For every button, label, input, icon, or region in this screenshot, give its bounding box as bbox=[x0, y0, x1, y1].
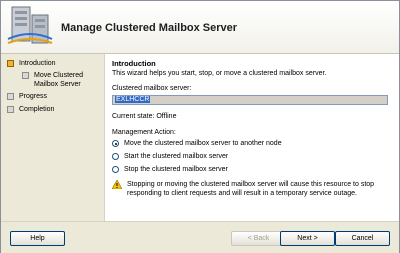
wizard-content: Introduction This wizard helps you start… bbox=[104, 54, 399, 221]
wizard-title: Manage Clustered Mailbox Server bbox=[61, 22, 238, 34]
step-introduction: Introduction bbox=[7, 59, 56, 68]
wizard-footer: Help < Back Next > Cancel bbox=[1, 221, 399, 253]
radio-label[interactable]: Stop the clustered mailbox server bbox=[124, 166, 228, 173]
step-label: Move Clustered Mailbox Server bbox=[34, 72, 84, 88]
server-cluster-icon bbox=[7, 6, 53, 44]
radio-label[interactable]: Move the clustered mailbox server to ano… bbox=[124, 140, 282, 147]
server-value: EXLHCCR bbox=[115, 96, 151, 103]
current-state: Current state: Offline bbox=[112, 113, 177, 120]
server-field[interactable]: EXLHCCR bbox=[112, 95, 388, 105]
step-move-clustered-mailbox-server: Move Clustered Mailbox Server bbox=[22, 71, 96, 89]
radio-button-icon[interactable] bbox=[112, 153, 119, 160]
radio-label[interactable]: Start the clustered mailbox server bbox=[124, 153, 228, 160]
radio-stop[interactable]: Stop the clustered mailbox server bbox=[112, 166, 228, 173]
radio-move[interactable]: Move the clustered mailbox server to ano… bbox=[112, 140, 282, 147]
cancel-button[interactable]: Cancel bbox=[335, 231, 390, 246]
step-label: Introduction bbox=[19, 60, 56, 67]
action-label: Management Action: bbox=[112, 129, 176, 136]
warning-text: Stopping or moving the clustered mailbox… bbox=[127, 181, 375, 197]
radio-button-icon[interactable] bbox=[112, 166, 119, 173]
step-status-icon bbox=[22, 72, 29, 79]
radio-button-icon[interactable] bbox=[112, 140, 119, 147]
step-completion: Completion bbox=[7, 105, 54, 114]
server-label: Clustered mailbox server: bbox=[112, 85, 192, 92]
wizard-header: Manage Clustered Mailbox Server bbox=[1, 1, 399, 54]
step-label: Progress bbox=[19, 93, 48, 100]
step-progress: Progress bbox=[7, 92, 47, 101]
step-status-icon bbox=[7, 93, 14, 100]
step-status-icon bbox=[7, 60, 14, 67]
step-label: Completion bbox=[19, 106, 55, 113]
warning-message: Stopping or moving the clustered mailbox… bbox=[112, 180, 392, 198]
page-title: Introduction bbox=[112, 59, 156, 68]
step-status-icon bbox=[7, 106, 14, 113]
next-button[interactable]: Next > bbox=[280, 231, 335, 246]
warning-icon bbox=[112, 180, 122, 189]
help-button[interactable]: Help bbox=[10, 231, 65, 246]
wizard-steps: Introduction Move Clustered Mailbox Serv… bbox=[1, 54, 101, 221]
wizard-window: Manage Clustered Mailbox Server Introduc… bbox=[0, 0, 400, 253]
page-description: This wizard helps you start, stop, or mo… bbox=[112, 70, 327, 77]
back-button[interactable]: < Back bbox=[231, 231, 286, 246]
radio-start[interactable]: Start the clustered mailbox server bbox=[112, 153, 228, 160]
